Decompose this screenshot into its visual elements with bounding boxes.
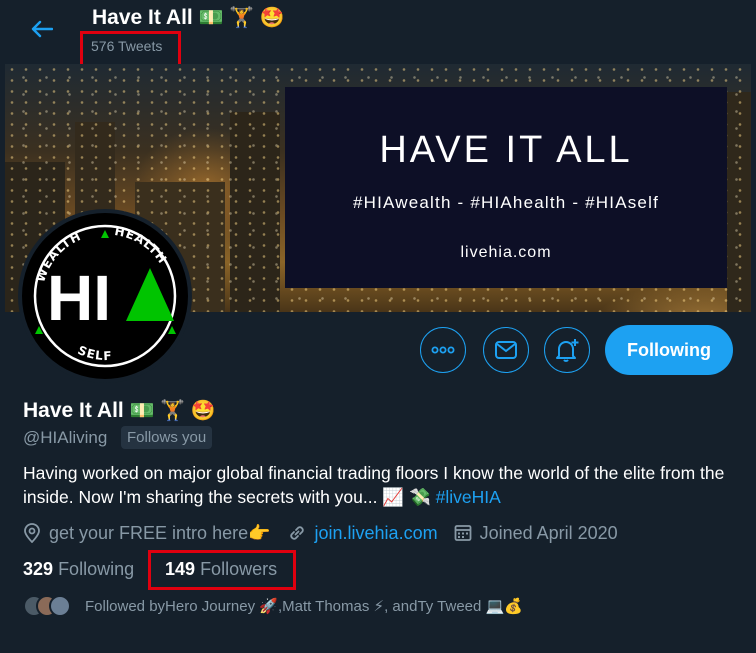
back-button[interactable] [22,12,62,46]
hia-logo: WEALTH HEALTH SELF HI [25,216,185,376]
followed-by-prefix: Followed by [85,597,166,615]
url-item: join.livehia.com [287,523,438,544]
notifications-button[interactable] [544,327,590,373]
handle: @HIAliving [23,428,108,447]
ellipsis-icon [431,346,455,354]
header-emojis: 💵 🏋️ 🤩 [198,7,285,29]
follower-avatars [23,595,73,617]
calendar-icon [454,525,471,541]
display-name-text: Have It All [23,399,124,422]
location-item: get your FREE intro here👉 [23,523,271,544]
more-button[interactable] [420,327,466,373]
followers-label: Followers [200,559,278,579]
avatar-text-hi: HI [47,262,111,334]
bell-plus-icon [556,339,579,362]
envelope-icon [495,341,517,359]
following-count: 329 [23,559,54,579]
followed-by[interactable]: Followed by Hero Journey 🚀, Matt Thomas … [23,595,523,617]
avatar[interactable]: WEALTH HEALTH SELF HI [18,209,192,383]
following-button[interactable]: Following [605,325,733,375]
joined-text: Joined April 2020 [479,522,618,543]
display-name: Have It All 💵 🏋️ 🤩 [23,398,215,423]
bio-hashtag-link[interactable]: #liveHIA [436,487,501,507]
location-text: get your FREE intro here👉 [49,522,271,543]
bio: Having worked on major global financial … [23,461,743,509]
followers-count-link[interactable]: 149 Followers [165,559,277,580]
banner-title: HAVE IT ALL [379,129,633,171]
joined-item: Joined April 2020 [454,523,618,544]
header-name: Have It All [92,6,193,29]
display-name-emojis: 💵 🏋️ 🤩 [129,400,216,422]
tweet-count: 576 Tweets [91,38,163,54]
location-pin-icon [24,523,40,543]
arrow-left-icon [31,20,53,38]
header-title: Have It All 💵 🏋️ 🤩 [92,5,284,30]
link-icon [289,526,304,540]
follows-you-badge: Follows you [121,426,213,449]
top-bar: Have It All 💵 🏋️ 🤩 576 Tweets [0,0,756,67]
avatar [49,595,71,617]
followed-by-user1: Hero Journey 🚀 [165,598,278,615]
following-count-link[interactable]: 329 Following [23,559,134,580]
bio-emojis: 📈 💸 [382,487,431,507]
followed-by-user2: Matt Thomas ⚡ [282,598,385,615]
profile-url-link[interactable]: join.livehia.com [315,523,438,544]
profile-meta: get your FREE intro here👉 join.livehia.c… [23,520,634,546]
banner-panel: HAVE IT ALL #HIAwealth - #HIAhealth - #H… [285,87,727,288]
bio-text: Having worked on major global financial … [23,463,725,507]
followers-count: 149 [165,559,196,579]
banner-hashtags: #HIAwealth - #HIAhealth - #HIAself [352,193,659,212]
banner-site: livehia.com [460,244,552,261]
message-button[interactable] [483,327,529,373]
followed-by-separator: , and [384,597,418,615]
following-label: Following [58,559,135,579]
followed-by-user3: Ty Tweed 💻💰 [417,598,523,615]
